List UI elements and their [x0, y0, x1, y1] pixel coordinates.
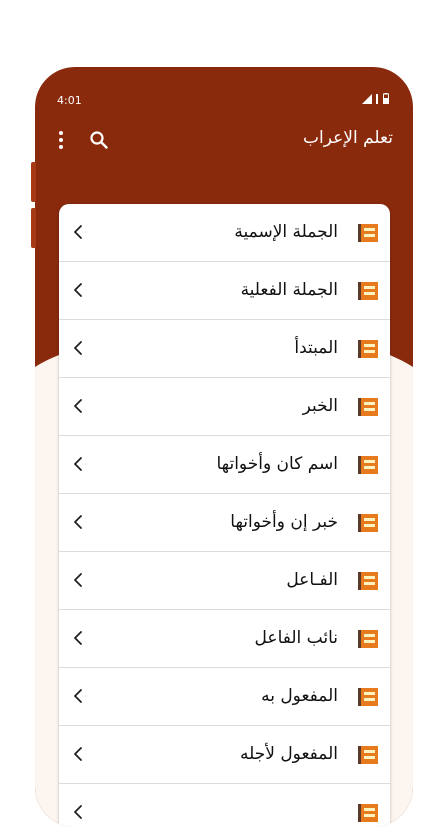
chevron-left-icon: [74, 631, 82, 645]
book-icon: [358, 398, 378, 416]
chevron-left-icon: [74, 283, 82, 297]
list-item-label: نائب الفاعل: [254, 628, 338, 648]
book-icon: [358, 804, 378, 822]
list-item-label: خبر إن وأخواتها: [230, 512, 338, 532]
chevron-left-icon: [74, 515, 82, 529]
book-icon: [358, 572, 378, 590]
lessons-list: الجملة الإسمية الجملة الفعلية المبتدأ ال…: [59, 204, 390, 827]
list-item-label: الجملة الفعلية: [240, 280, 338, 300]
list-item-10[interactable]: [59, 784, 390, 827]
book-icon: [358, 282, 378, 300]
book-icon: [358, 340, 378, 358]
list-item-label: المبتدأ: [294, 338, 338, 358]
volume-button: [31, 162, 36, 202]
chevron-left-icon: [74, 341, 82, 355]
chevron-left-icon: [74, 747, 82, 761]
list-item-1[interactable]: الجملة الفعلية: [59, 262, 390, 320]
chevron-left-icon: [74, 573, 82, 587]
book-icon: [358, 514, 378, 532]
list-item-9[interactable]: المفعول لأجله: [59, 726, 390, 784]
list-item-label: اسم كان وأخواتها: [216, 454, 338, 474]
overflow-menu-icon[interactable]: [57, 130, 65, 150]
search-icon[interactable]: [89, 130, 109, 150]
power-button: [31, 208, 36, 248]
list-item-4[interactable]: اسم كان وأخواتها: [59, 436, 390, 494]
status-icons: [362, 93, 389, 104]
phone-frame: 4:01 تعلم الإعراب الجملة الإسمية الجملة …: [35, 67, 413, 827]
wifi-icon: [362, 93, 372, 104]
book-icon: [358, 224, 378, 242]
list-item-label: الجملة الإسمية: [234, 222, 338, 242]
list-item-2[interactable]: المبتدأ: [59, 320, 390, 378]
battery-icon: [383, 93, 389, 104]
list-item-label: المفعول لأجله: [239, 744, 338, 764]
list-item-label: المفعول به: [261, 686, 338, 706]
status-time: 4:01: [57, 94, 82, 107]
chevron-left-icon: [74, 457, 82, 471]
list-item-label: الخبر: [302, 396, 338, 416]
chevron-left-icon: [74, 689, 82, 703]
book-icon: [358, 688, 378, 706]
chevron-left-icon: [74, 225, 82, 239]
book-icon: [358, 746, 378, 764]
list-item-6[interactable]: الفـاعل: [59, 552, 390, 610]
list-item-label: الفـاعل: [286, 570, 338, 590]
book-icon: [358, 456, 378, 474]
list-item-8[interactable]: المفعول به: [59, 668, 390, 726]
list-item-3[interactable]: الخبر: [59, 378, 390, 436]
status-bar: 4:01: [35, 91, 413, 111]
book-icon: [358, 630, 378, 648]
chevron-left-icon: [74, 399, 82, 413]
list-item-0[interactable]: الجملة الإسمية: [59, 204, 390, 262]
signal-icon: [376, 93, 378, 104]
list-item-7[interactable]: نائب الفاعل: [59, 610, 390, 668]
app-bar: تعلم الإعراب: [35, 122, 413, 158]
list-item-5[interactable]: خبر إن وأخواتها: [59, 494, 390, 552]
chevron-left-icon: [74, 805, 82, 819]
app-title: تعلم الإعراب: [303, 128, 393, 148]
